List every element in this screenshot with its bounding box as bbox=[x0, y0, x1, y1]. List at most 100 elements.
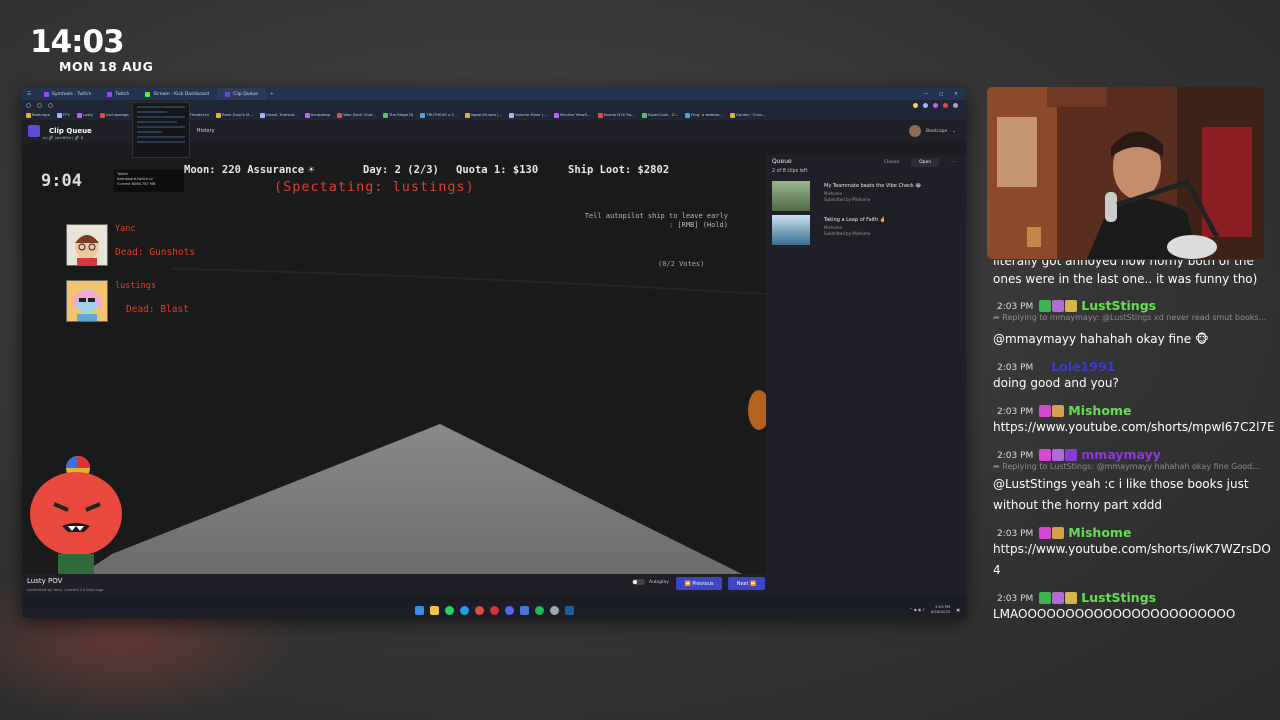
bookmark-item[interactable]: Scrapdrop bbox=[304, 112, 330, 118]
tab-twitch[interactable]: Twitch bbox=[99, 88, 137, 100]
more-icon[interactable]: ⋯ bbox=[943, 158, 964, 167]
bookmark-item[interactable]: Rank Drop's M... bbox=[215, 112, 253, 118]
clip-meta: Mishome Submitted by Mishome bbox=[824, 225, 870, 237]
bookmark-item[interactable]: The Ridge DJ bbox=[382, 112, 413, 118]
autoplay-toggle[interactable]: Autoplay bbox=[632, 579, 669, 585]
bookmark-icon bbox=[56, 112, 62, 118]
bookmark-label: Lusty bbox=[82, 112, 94, 118]
tab-preview-popup bbox=[132, 102, 190, 158]
player-avatar bbox=[66, 280, 108, 322]
tab-open[interactable]: Open bbox=[911, 158, 940, 167]
bookmark-item[interactable]: Gordon "Crub... bbox=[729, 112, 765, 118]
spotify-icon[interactable] bbox=[534, 605, 544, 615]
app-icon[interactable] bbox=[549, 605, 559, 615]
bookmark-item[interactable]: Honda N1X Ro... bbox=[597, 112, 635, 118]
forward-icon[interactable] bbox=[37, 102, 42, 108]
chat-message-text[interactable]: https://www.youtube.com/shorts/mpwI67C2l… bbox=[993, 420, 1275, 434]
tray-icons[interactable]: ⌃ ◆ ◉ ♪ bbox=[909, 607, 924, 612]
bookmark-item[interactable]: Wau Deck Chat... bbox=[337, 112, 376, 118]
bookmark-item[interactable]: Lusty bbox=[76, 112, 94, 118]
bookmark-item[interactable]: Archipelago bbox=[100, 112, 129, 118]
maximize-icon[interactable]: □ bbox=[939, 92, 943, 97]
file-explorer-icon[interactable] bbox=[429, 605, 439, 615]
tab-symtools[interactable]: Symtools - Twitch bbox=[36, 88, 99, 100]
bookmark-icon bbox=[641, 112, 647, 118]
extension-icon[interactable] bbox=[933, 102, 938, 108]
autopilot-hint-line: : [RMB] (Hold) bbox=[668, 221, 728, 229]
history-link[interactable]: History bbox=[197, 128, 215, 134]
bookmark-item[interactable]: DeepL Translat... bbox=[259, 112, 298, 118]
close-icon[interactable]: ✕ bbox=[954, 92, 958, 97]
tab-closed[interactable]: Closed bbox=[876, 158, 907, 167]
bookmark-item[interactable]: Volume Mixer |... bbox=[509, 112, 547, 118]
whatsapp-icon[interactable] bbox=[444, 605, 454, 615]
reload-icon[interactable] bbox=[48, 102, 53, 108]
steam-icon[interactable] bbox=[564, 605, 574, 615]
autoplay-label: Autoplay bbox=[649, 579, 669, 585]
discord-icon[interactable] bbox=[504, 605, 514, 615]
app-icon[interactable] bbox=[519, 605, 529, 615]
tab-kick[interactable]: Stream - Kick Dashboard bbox=[137, 88, 217, 100]
bookmark-item[interactable]: SuperCook - Z... bbox=[641, 112, 678, 118]
clip-name: Taking a Leap of Faith 🤞 bbox=[824, 217, 886, 223]
tray-date: 8/18/2025 bbox=[930, 609, 951, 614]
clip-player[interactable]: 9:04 Moon: 220 Assurance ☀ Day: 2 (2/3) Q… bbox=[22, 154, 766, 574]
player-status: Dead: Blast bbox=[126, 304, 189, 315]
queue-item[interactable]: Taking a Leap of Faith 🤞 Mishome Submitt… bbox=[772, 215, 960, 245]
chat-username[interactable]: Lole1991 bbox=[1051, 359, 1115, 374]
bookmark-icon bbox=[685, 112, 691, 118]
clip-meta: Mishome Submitted by Mishome bbox=[824, 191, 870, 203]
new-tab-icon[interactable]: + bbox=[266, 92, 278, 97]
bookmark-item[interactable]: Monitor ViewS... bbox=[553, 112, 591, 118]
player-name: lustings bbox=[115, 281, 156, 291]
menu-icon[interactable]: ☰ bbox=[22, 92, 36, 97]
loot-label: Ship Loot: $2802 bbox=[568, 164, 670, 176]
chat-partial-message: ones were in the last one.. it was funny… bbox=[993, 272, 1258, 286]
chat-message-text: doing good and you? bbox=[993, 376, 1119, 390]
opera-icon[interactable] bbox=[474, 605, 484, 615]
bookmark-icon bbox=[382, 112, 388, 118]
chat-username[interactable]: LustStings bbox=[1081, 298, 1156, 313]
user-menu[interactable]: Bootcape ⌄ bbox=[909, 125, 966, 137]
tray-clock[interactable]: 2:03 PM 8/18/2025 bbox=[931, 604, 950, 614]
next-button[interactable]: Next ⏩ bbox=[728, 577, 765, 590]
toggle-switch[interactable] bbox=[632, 579, 645, 585]
edge-icon[interactable] bbox=[459, 605, 469, 615]
chat-username[interactable]: Mishome bbox=[1068, 525, 1131, 540]
quota-label: Quota 1: $130 bbox=[456, 164, 539, 176]
bookmark-label: TRUTHEAR x C... bbox=[426, 112, 458, 118]
chat-username[interactable]: LustStings bbox=[1081, 590, 1156, 605]
minimize-icon[interactable]: — bbox=[923, 92, 928, 97]
clip-queue-logo bbox=[28, 125, 40, 137]
bookmark-item[interactable]: TRUTHEAR x C... bbox=[420, 112, 458, 118]
chat-message-text[interactable]: https://www.youtube.com/shorts/iwK7WZrsD… bbox=[993, 542, 1271, 556]
previous-button[interactable]: ⏪ Previous bbox=[676, 577, 722, 590]
chat-username[interactable]: Mishome bbox=[1068, 403, 1131, 418]
chat-timestamp: 2:03 PM bbox=[997, 407, 1034, 417]
tooltip-memory: Current 8066.787 MB bbox=[117, 182, 156, 186]
extension-icon[interactable] bbox=[943, 102, 948, 108]
bookmark-item[interactable]: FFV bbox=[56, 112, 70, 118]
bookmark-item[interactable]: VaporV8.com |... bbox=[464, 112, 503, 118]
chat-username[interactable]: mmaymayy bbox=[1081, 447, 1161, 462]
windows-start-icon[interactable] bbox=[414, 605, 424, 615]
extension-icon[interactable] bbox=[913, 102, 918, 108]
tab-clip-queue[interactable]: Clip Queue bbox=[217, 88, 266, 100]
clip-subtitle: submitted by Yanc, created 24 days ago bbox=[27, 587, 104, 592]
back-icon[interactable] bbox=[26, 102, 31, 108]
bookmark-item[interactable]: Ping: a webtoo... bbox=[685, 112, 723, 118]
bookmark-item[interactable]: Bootcape bbox=[26, 112, 50, 118]
chat-message-header: 2:03 PM Mishome bbox=[993, 525, 1131, 540]
bookmark-label: VaporV8.com |... bbox=[470, 112, 503, 118]
app-icon[interactable] bbox=[489, 605, 499, 615]
bookmark-icon bbox=[215, 112, 221, 118]
notification-icon[interactable]: ▣ bbox=[956, 607, 960, 612]
background-orb bbox=[748, 390, 766, 430]
bookmark-icon bbox=[509, 112, 515, 118]
chat-timestamp: 2:03 PM bbox=[997, 363, 1034, 373]
bookmark-label: DeepL Translat... bbox=[265, 112, 298, 118]
extension-icon[interactable] bbox=[923, 102, 928, 108]
app-title: Clip Queue bbox=[49, 127, 92, 135]
profile-icon[interactable] bbox=[953, 102, 958, 108]
queue-item[interactable]: My Teammate beats the Vibe Check 😂 Misho… bbox=[772, 181, 960, 211]
